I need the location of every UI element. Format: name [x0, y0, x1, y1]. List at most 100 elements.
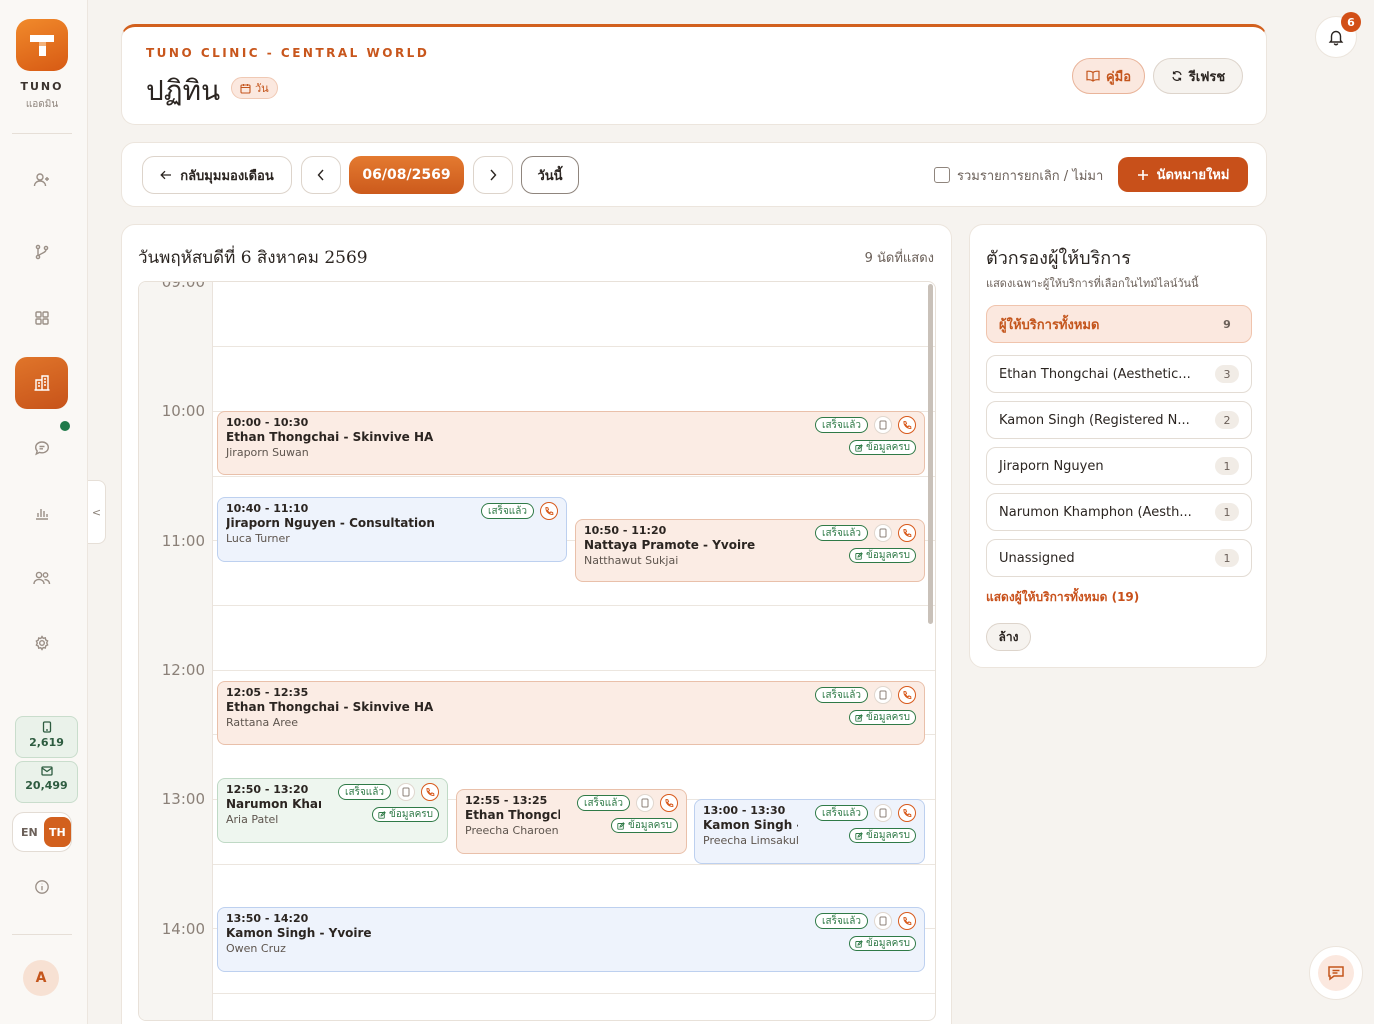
new-appointment-button[interactable]: นัดหมายใหม่	[1118, 157, 1248, 192]
nav-reports[interactable]	[17, 491, 67, 535]
timeline-scrollbar[interactable]	[928, 284, 933, 624]
data-complete-label: ข้อมูลครบ	[389, 809, 433, 820]
receipt-icon[interactable]	[874, 686, 892, 704]
phone-call-icon[interactable]	[421, 783, 439, 801]
phone-call-icon[interactable]	[898, 416, 916, 434]
appointment-card[interactable]: 12:05 - 12:35 Ethan Thongchai - Skinvive…	[217, 681, 925, 745]
nav-users[interactable]	[17, 556, 67, 600]
filter-item-provider[interactable]: Jiraporn Nguyen 1	[986, 447, 1252, 485]
appointment-card[interactable]: 13:00 - 13:30 Kamon Singh - Yvoire Preec…	[694, 799, 925, 864]
arrow-left-icon	[160, 170, 172, 180]
edit-icon	[855, 443, 863, 452]
info-button[interactable]	[17, 865, 67, 909]
today-button[interactable]: วันนี้	[521, 156, 579, 194]
nav-settings[interactable]	[17, 621, 67, 665]
appointment-card[interactable]: 10:50 - 11:20 Nattaya Pramote - Yvoire N…	[575, 519, 925, 582]
sidebar-divider	[12, 133, 72, 134]
appointment-card[interactable]: 10:40 - 11:10 Jiraporn Nguyen - Consulta…	[217, 497, 567, 562]
lang-th-option[interactable]: TH	[43, 817, 71, 847]
appointment-card[interactable]: 13:50 - 14:20 Kamon Singh - Yvoire Owen …	[217, 907, 925, 972]
chat-support-button[interactable]	[1309, 946, 1363, 1000]
half-hour-line	[213, 476, 935, 477]
clear-filter-button[interactable]: ล้าง	[986, 623, 1031, 651]
show-all-providers-link[interactable]: แสดงผู้ให้บริการทั้งหมด (19)	[986, 588, 1139, 607]
filter-item-provider[interactable]: Kamon Singh (Registered N... 2	[986, 401, 1252, 439]
status-done-badge: เสร็จแล้ว	[815, 913, 868, 929]
nav-add-patient[interactable]	[17, 158, 67, 202]
phone-call-icon[interactable]	[540, 502, 558, 520]
appointment-card[interactable]: 10:00 - 10:30 Ethan Thongchai - Skinvive…	[217, 411, 925, 475]
data-complete-label: ข้อมูลครบ	[866, 830, 910, 841]
lang-en-option[interactable]: EN	[21, 826, 38, 839]
sms-credit-stat[interactable]: 2,619	[15, 716, 78, 758]
appointment-title: Narumon Khamphon	[226, 797, 321, 811]
phone-call-icon[interactable]	[898, 524, 916, 542]
filter-item-unassigned[interactable]: Unassigned 1	[986, 539, 1252, 577]
nav-chat[interactable]	[17, 426, 67, 470]
guide-label: คู่มือ	[1105, 69, 1132, 85]
filter-item-provider[interactable]: Ethan Thongchai (Aesthetic... 3	[986, 355, 1252, 393]
timeline-grid[interactable]: 09:00 10:00 11:00 12:00 13:00 14:00 10:0…	[138, 281, 936, 1021]
data-complete-label: ข้อมูลครบ	[866, 442, 910, 453]
tuno-logo[interactable]	[16, 19, 68, 71]
brand-name: TUNO	[20, 80, 64, 93]
bar-chart-icon	[36, 509, 48, 520]
include-cancelled-checkbox[interactable]	[934, 167, 950, 183]
next-day-button[interactable]	[473, 156, 513, 194]
appointment-card[interactable]: 12:50 - 13:20 Narumon Khamphon Aria Pate…	[217, 778, 448, 843]
chat-icon	[34, 441, 50, 456]
prev-day-button[interactable]	[301, 156, 341, 194]
include-cancelled-label[interactable]: รวมรายการยกเลิก / ไม่มา	[957, 165, 1103, 186]
filter-item-label: Narumon Khamphon (Aesth...	[999, 504, 1192, 520]
status-done-badge: เสร็จแล้ว	[481, 503, 534, 519]
view-mode-label: วัน	[255, 82, 269, 95]
edit-icon	[855, 551, 863, 560]
receipt-icon[interactable]	[874, 804, 892, 822]
refresh-button[interactable]: รีเฟรช	[1153, 58, 1243, 94]
date-picker-button[interactable]: 06/08/2569	[349, 156, 464, 194]
online-indicator	[60, 421, 70, 431]
nav-dashboard[interactable]	[17, 296, 67, 340]
receipt-icon[interactable]	[636, 794, 654, 812]
receipt-icon[interactable]	[397, 783, 415, 801]
nav-calendar-active[interactable]	[15, 357, 68, 409]
time-label: 13:00	[161, 790, 205, 808]
phone-call-icon[interactable]	[898, 804, 916, 822]
filter-item-count: 1	[1215, 549, 1239, 567]
nav-branch[interactable]	[17, 230, 67, 274]
notification-count-badge: 6	[1341, 12, 1361, 32]
receipt-icon[interactable]	[874, 912, 892, 930]
data-complete-badge: ข้อมูลครบ	[849, 828, 916, 843]
calendar-icon	[240, 83, 251, 94]
day-calendar-panel: วันพฤหัสบดีที่ 6 สิงหาคม 2569 9 นัดที่แส…	[121, 224, 952, 1024]
phone-call-icon[interactable]	[898, 686, 916, 704]
receipt-icon[interactable]	[874, 416, 892, 434]
back-to-month-button[interactable]: กลับมุมมองเดือน	[142, 156, 292, 194]
filter-item-provider[interactable]: Narumon Khamphon (Aesth... 1	[986, 493, 1252, 531]
status-done-badge: เสร็จแล้ว	[577, 795, 630, 811]
plus-icon	[1137, 169, 1148, 180]
status-done-badge: เสร็จแล้ว	[338, 784, 391, 800]
building-icon	[34, 375, 49, 391]
phone-call-icon[interactable]	[660, 794, 678, 812]
filter-item-count: 9	[1223, 317, 1231, 331]
half-hour-line	[213, 993, 935, 994]
phone-call-icon[interactable]	[898, 912, 916, 930]
chat-fab-inner	[1318, 955, 1354, 991]
status-done-badge: เสร็จแล้ว	[815, 805, 868, 821]
receipt-icon[interactable]	[874, 524, 892, 542]
hour-line	[213, 670, 935, 671]
edit-icon	[855, 713, 863, 722]
calendar-toolbar: กลับมุมมองเดือน 06/08/2569 วันนี้ รวมราย…	[121, 142, 1267, 207]
half-hour-line	[213, 346, 935, 347]
user-avatar[interactable]: A	[23, 960, 59, 996]
appointment-patient: Luca Turner	[226, 532, 290, 545]
language-switcher[interactable]: EN TH	[12, 812, 72, 852]
guide-button[interactable]: คู่มือ	[1072, 58, 1145, 94]
sidebar-collapse-button[interactable]: <	[88, 480, 106, 544]
appointment-card[interactable]: 12:55 - 13:25 Ethan Thongchai Preecha Ch…	[456, 789, 687, 854]
filter-item-all[interactable]: ผู้ให้บริการทั้งหมด 9	[986, 305, 1252, 343]
email-credit-stat[interactable]: 20,499	[15, 761, 78, 803]
filter-item-label: Ethan Thongchai (Aesthetic...	[999, 366, 1191, 382]
message-icon	[1328, 966, 1344, 981]
